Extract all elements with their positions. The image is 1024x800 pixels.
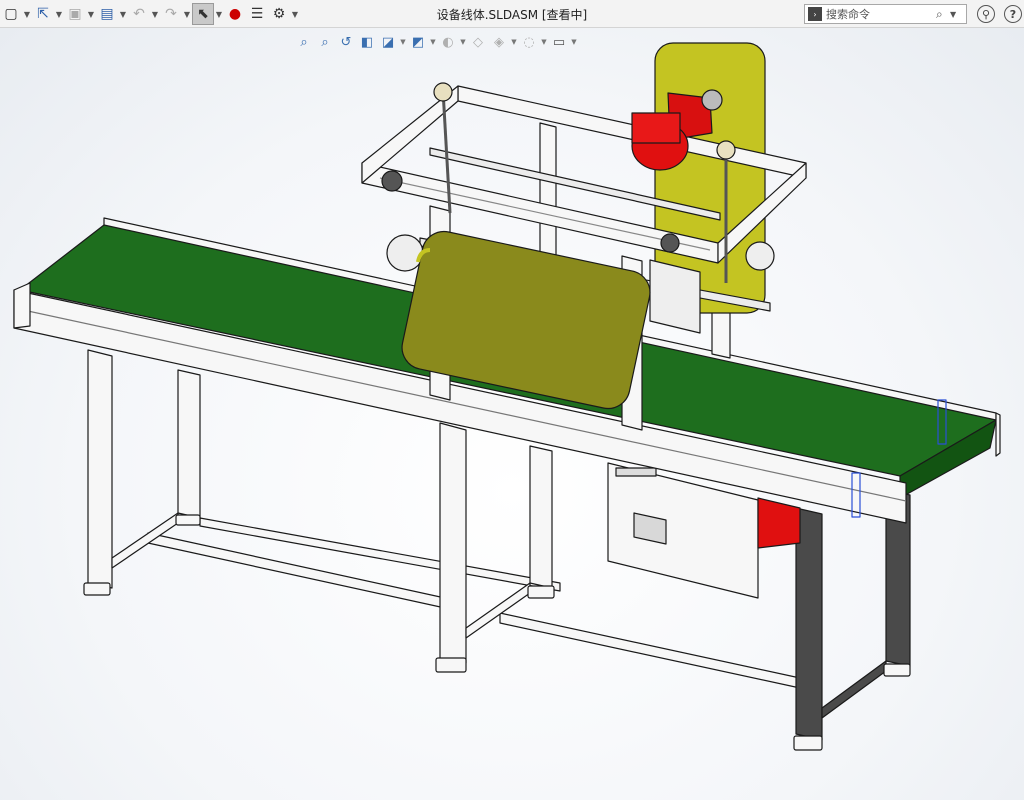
roller-pulley-right [745, 241, 775, 271]
rebuild-button[interactable]: ● [224, 3, 246, 25]
leg-middle-back [529, 445, 553, 589]
save-button[interactable]: ▣ [64, 3, 86, 25]
foot-right-front [793, 735, 823, 751]
belt-end-cap-left [13, 282, 31, 329]
roller-pulley-left [386, 234, 424, 272]
new-button[interactable]: ▢ [0, 3, 22, 25]
quick-access-toolbar: ▢ ▼ ⇱ ▼ ▣ ▼ ▤ ▼ ↶ ▼ ↷ ▼ ⬉ ▼ ● ☰ ⚙ ▼ [0, 3, 300, 25]
print-button[interactable]: ▤ [96, 3, 118, 25]
foot-left-front [83, 582, 111, 596]
bearing-left [381, 170, 403, 192]
open-icon: ⇱ [37, 6, 49, 22]
search-box[interactable]: › ⌕ ▼ [804, 4, 967, 24]
foot-right-back [883, 663, 911, 677]
options-dropdown-icon[interactable]: ▼ [290, 3, 300, 25]
title-bar: ▢ ▼ ⇱ ▼ ▣ ▼ ▤ ▼ ↶ ▼ ↷ ▼ ⬉ ▼ ● ☰ ⚙ ▼ 设备线体… [0, 0, 1024, 28]
undo-button[interactable]: ↶ [128, 3, 150, 25]
undo-dropdown-icon[interactable]: ▼ [150, 3, 160, 25]
graphics-area[interactable]: ⌕ ⌕ ↺ ◧ ◪ ▼ ◩ ▼ ◐ ▼ ◇ ◈ ▼ ◌ ▼ ▭ ▼ [0, 28, 1024, 800]
station-post-back-left [539, 122, 557, 259]
belt-end-cap-right [995, 412, 1001, 457]
open-dropdown-icon[interactable]: ▼ [54, 3, 64, 25]
conveyor-assembly-model[interactable] [0, 28, 1024, 800]
redo-button[interactable]: ↷ [160, 3, 182, 25]
gear-motor-housing [631, 112, 681, 144]
options-icon: ⚙ [272, 6, 286, 22]
command-search-icon: › [808, 7, 822, 21]
floor-stretcher-back [199, 517, 561, 592]
new-dropdown-icon[interactable]: ▼ [22, 3, 32, 25]
drive-box-motor [757, 497, 801, 549]
print-dropdown-icon[interactable]: ▼ [118, 3, 128, 25]
new-icon: ▢ [4, 6, 18, 22]
print-icon: ▤ [100, 6, 114, 22]
drive-box-slot [615, 467, 657, 477]
foot-middle-back [527, 585, 555, 599]
leg-middle-front [439, 422, 467, 664]
save-dropdown-icon[interactable]: ▼ [86, 3, 96, 25]
file-properties-icon: ☰ [250, 6, 264, 22]
side-plate [649, 259, 701, 334]
floor-stretcher-left [147, 532, 446, 609]
redo-icon: ↷ [165, 6, 177, 22]
floor-stretcher-right [499, 612, 801, 689]
select-dropdown-icon[interactable]: ▼ [214, 3, 224, 25]
options-button[interactable]: ⚙ [268, 3, 290, 25]
select-icon: ⬉ [197, 6, 209, 22]
gear-motor-sprocket [701, 89, 723, 111]
file-properties-button[interactable]: ☰ [246, 3, 268, 25]
handwheel-left [433, 82, 453, 102]
save-icon: ▣ [68, 6, 82, 22]
foot-left-back [175, 514, 201, 526]
leg-left-back [177, 369, 201, 519]
handwheel-right [716, 140, 736, 160]
search-input[interactable] [826, 7, 936, 21]
leg-left-front [87, 349, 113, 589]
bearing-right [660, 233, 680, 253]
leg-middle-crossbar [465, 582, 531, 639]
select-button[interactable]: ⬉ [192, 3, 214, 25]
rebuild-icon: ● [228, 6, 242, 22]
open-button[interactable]: ⇱ [32, 3, 54, 25]
redo-dropdown-icon[interactable]: ▼ [182, 3, 192, 25]
undo-icon: ↶ [133, 6, 145, 22]
magnifier-icon[interactable]: ⌕ [936, 7, 950, 22]
search-dropdown-icon[interactable]: ▼ [950, 10, 960, 19]
user-account-icon[interactable]: ⚲ [977, 5, 995, 23]
leg-right-crossbar [821, 660, 887, 719]
help-icon[interactable]: ? [1004, 5, 1022, 23]
foot-middle-front [435, 657, 467, 673]
